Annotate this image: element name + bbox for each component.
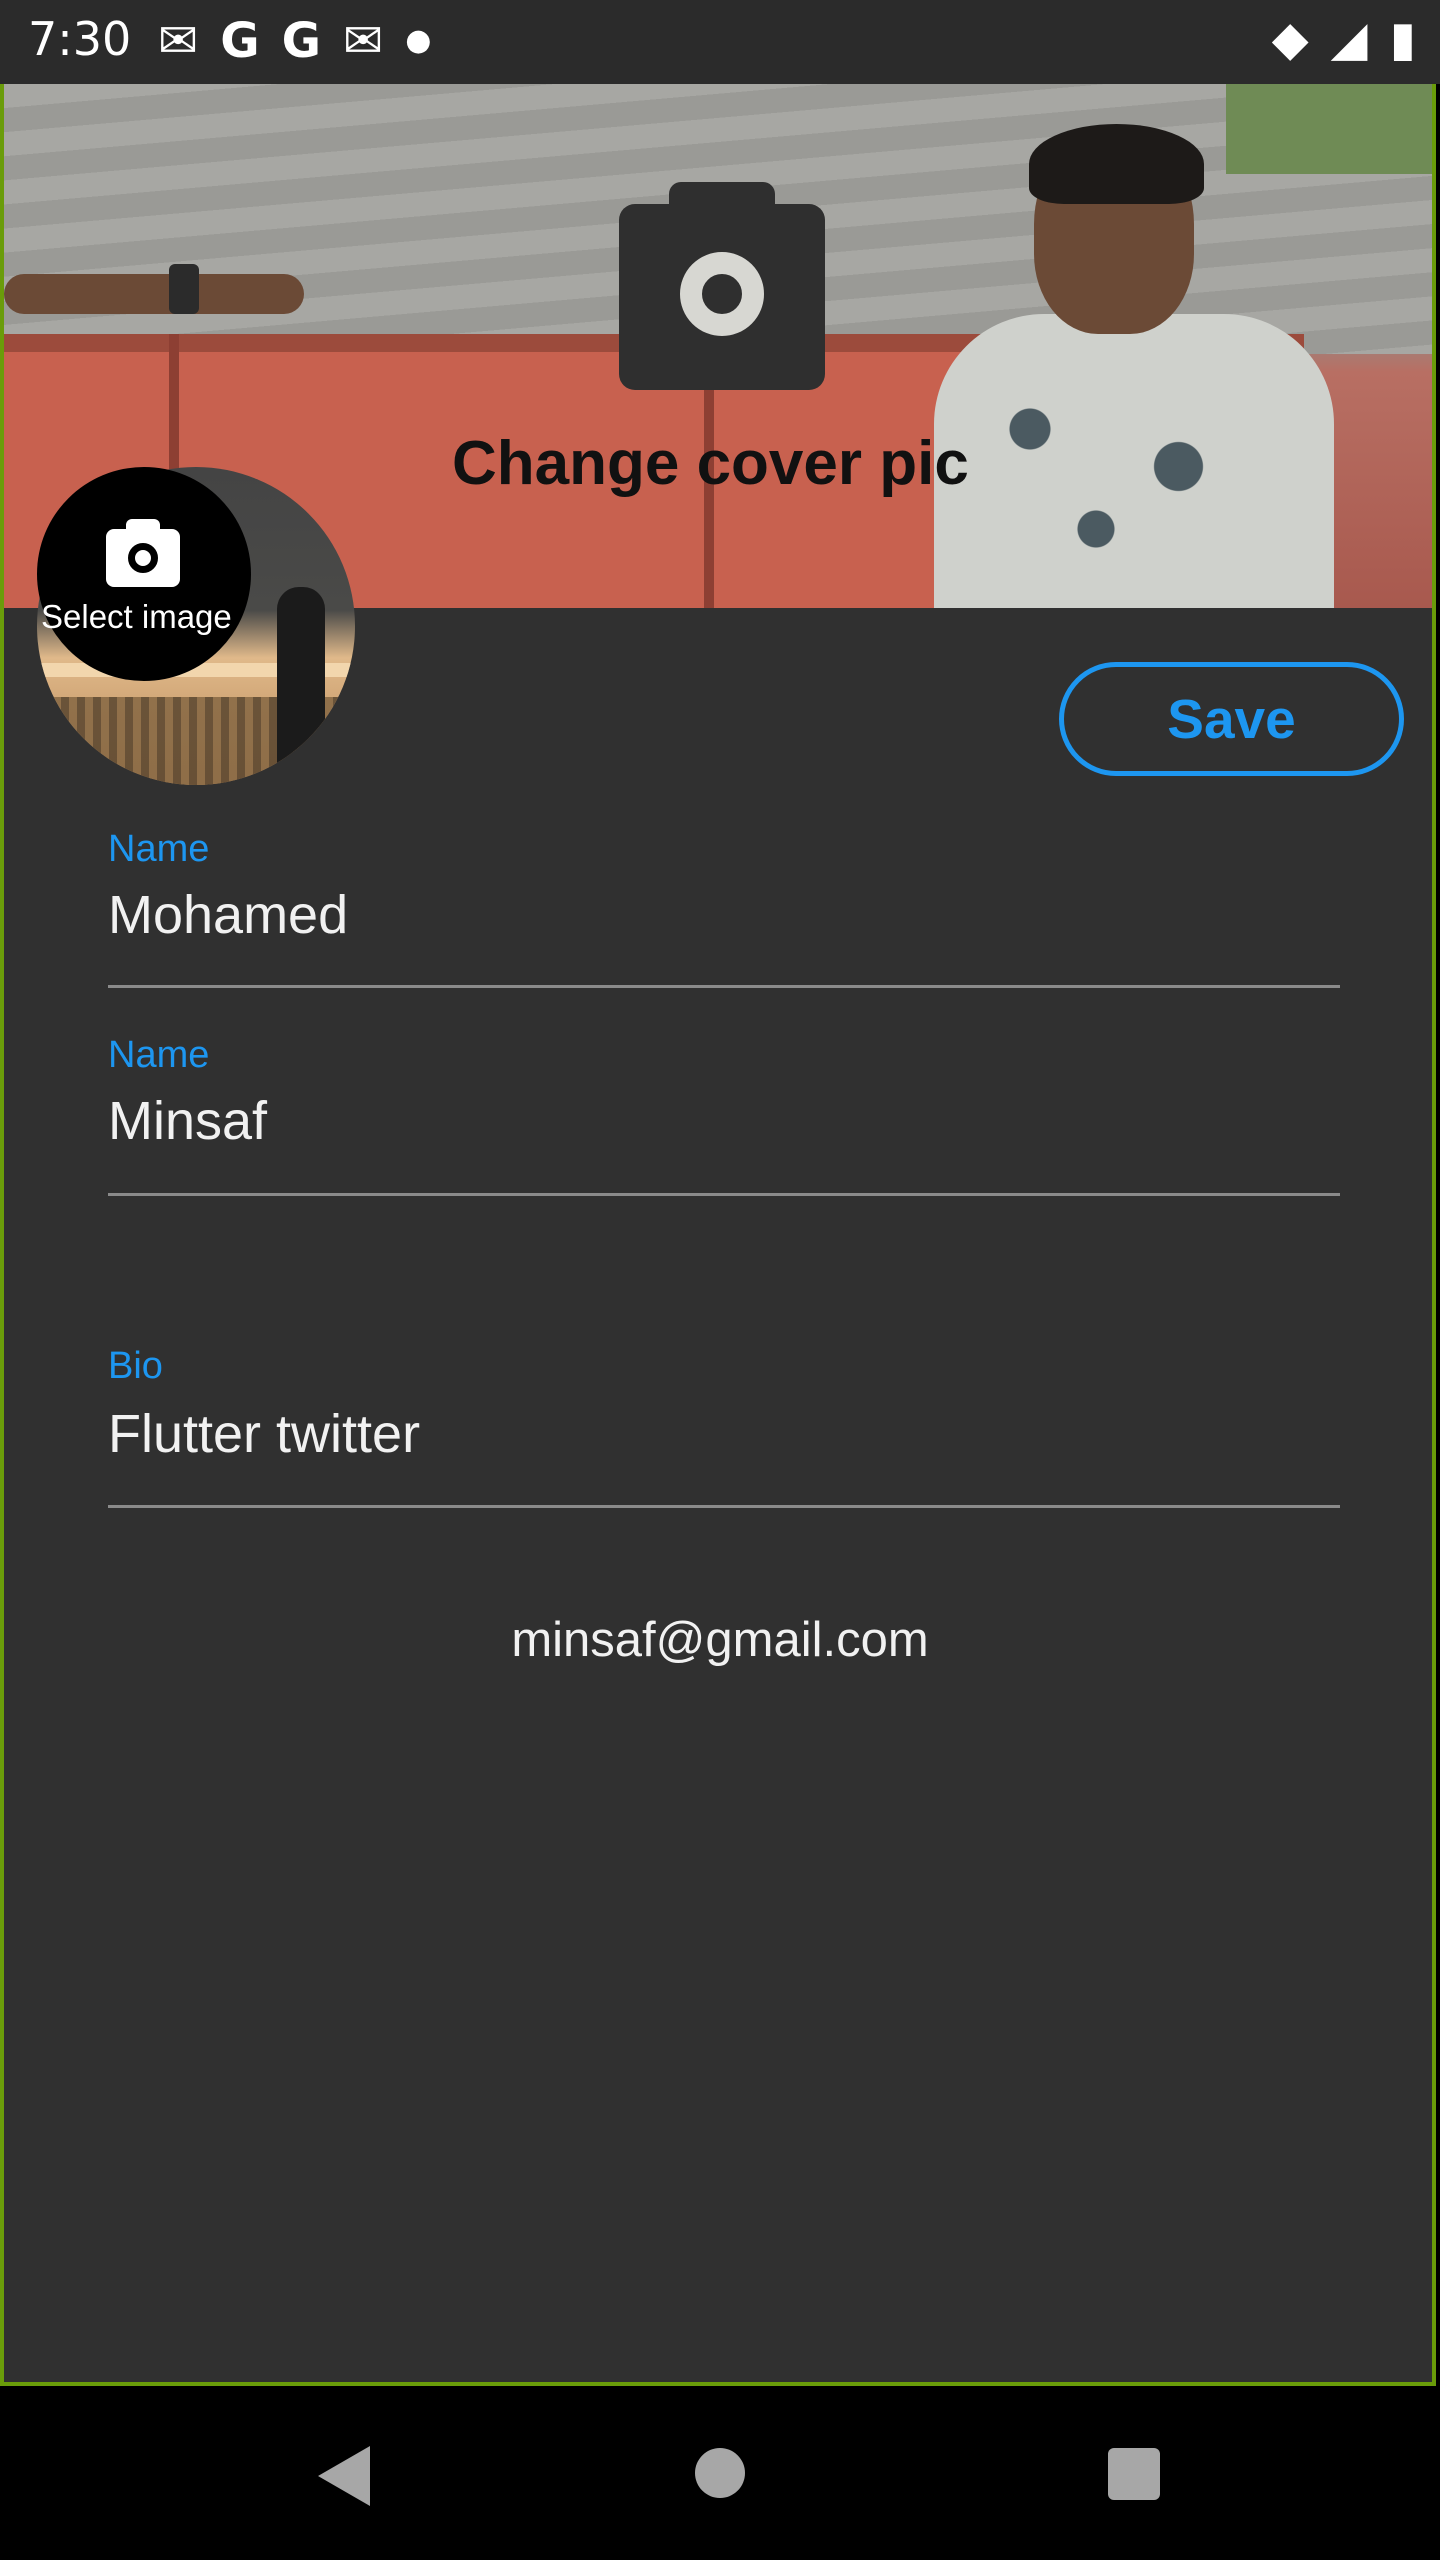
email-text: minsaf@gmail.com: [511, 1613, 929, 1667]
first-name-value[interactable]: Mohamed: [108, 884, 348, 946]
home-icon[interactable]: [695, 2448, 745, 2498]
select-image-button[interactable]: Select image: [37, 467, 251, 681]
gmail-icon: ✉: [158, 13, 199, 69]
cover-arm: [4, 274, 304, 314]
bio-field[interactable]: Bio Flutter twitter: [108, 1345, 1340, 1595]
save-button[interactable]: Save: [1059, 662, 1404, 776]
first-name-label: Name: [108, 828, 210, 870]
last-name-label: Name: [108, 1034, 210, 1076]
status-bar: 7:30 ✉ G G ✉ ● ◆ ◢ ▮: [0, 0, 1440, 84]
cover-person: [904, 124, 1334, 608]
bio-value[interactable]: Flutter twitter: [108, 1403, 420, 1465]
google-icon: G: [281, 13, 322, 69]
last-name-value[interactable]: Minsaf: [108, 1090, 267, 1152]
bio-label: Bio: [108, 1345, 163, 1387]
status-time: 7:30: [28, 12, 132, 66]
wifi-icon: ◆: [1271, 11, 1309, 67]
notification-icons: ✉ G G ✉ ●: [158, 14, 431, 68]
back-icon[interactable]: [318, 2446, 370, 2506]
change-cover-pic-label[interactable]: Change cover pic: [452, 428, 969, 499]
watch-icon: [169, 264, 199, 314]
avatar-person: [277, 587, 325, 785]
last-name-field[interactable]: Name Minsaf: [108, 1034, 1340, 1284]
system-icons: ◆ ◢ ▮: [1272, 12, 1416, 66]
first-name-underline: [108, 985, 1340, 988]
select-image-label: Select image: [41, 598, 232, 635]
dot-icon: ●: [405, 23, 432, 58]
battery-icon: ▮: [1389, 11, 1416, 67]
recents-icon[interactable]: [1108, 2448, 1160, 2500]
gmail-icon: ✉: [343, 13, 384, 69]
person-shirt-pattern: [964, 354, 1294, 604]
edit-profile-screen: Change cover pic Select image Save Name …: [0, 84, 1436, 2386]
camera-icon: [106, 519, 180, 587]
bio-underline: [108, 1505, 1340, 1508]
google-icon: G: [220, 13, 260, 69]
last-name-underline: [108, 1193, 1340, 1196]
signal-icon: ◢: [1330, 11, 1368, 67]
camera-icon[interactable]: [619, 182, 825, 390]
person-hair: [1029, 124, 1204, 204]
